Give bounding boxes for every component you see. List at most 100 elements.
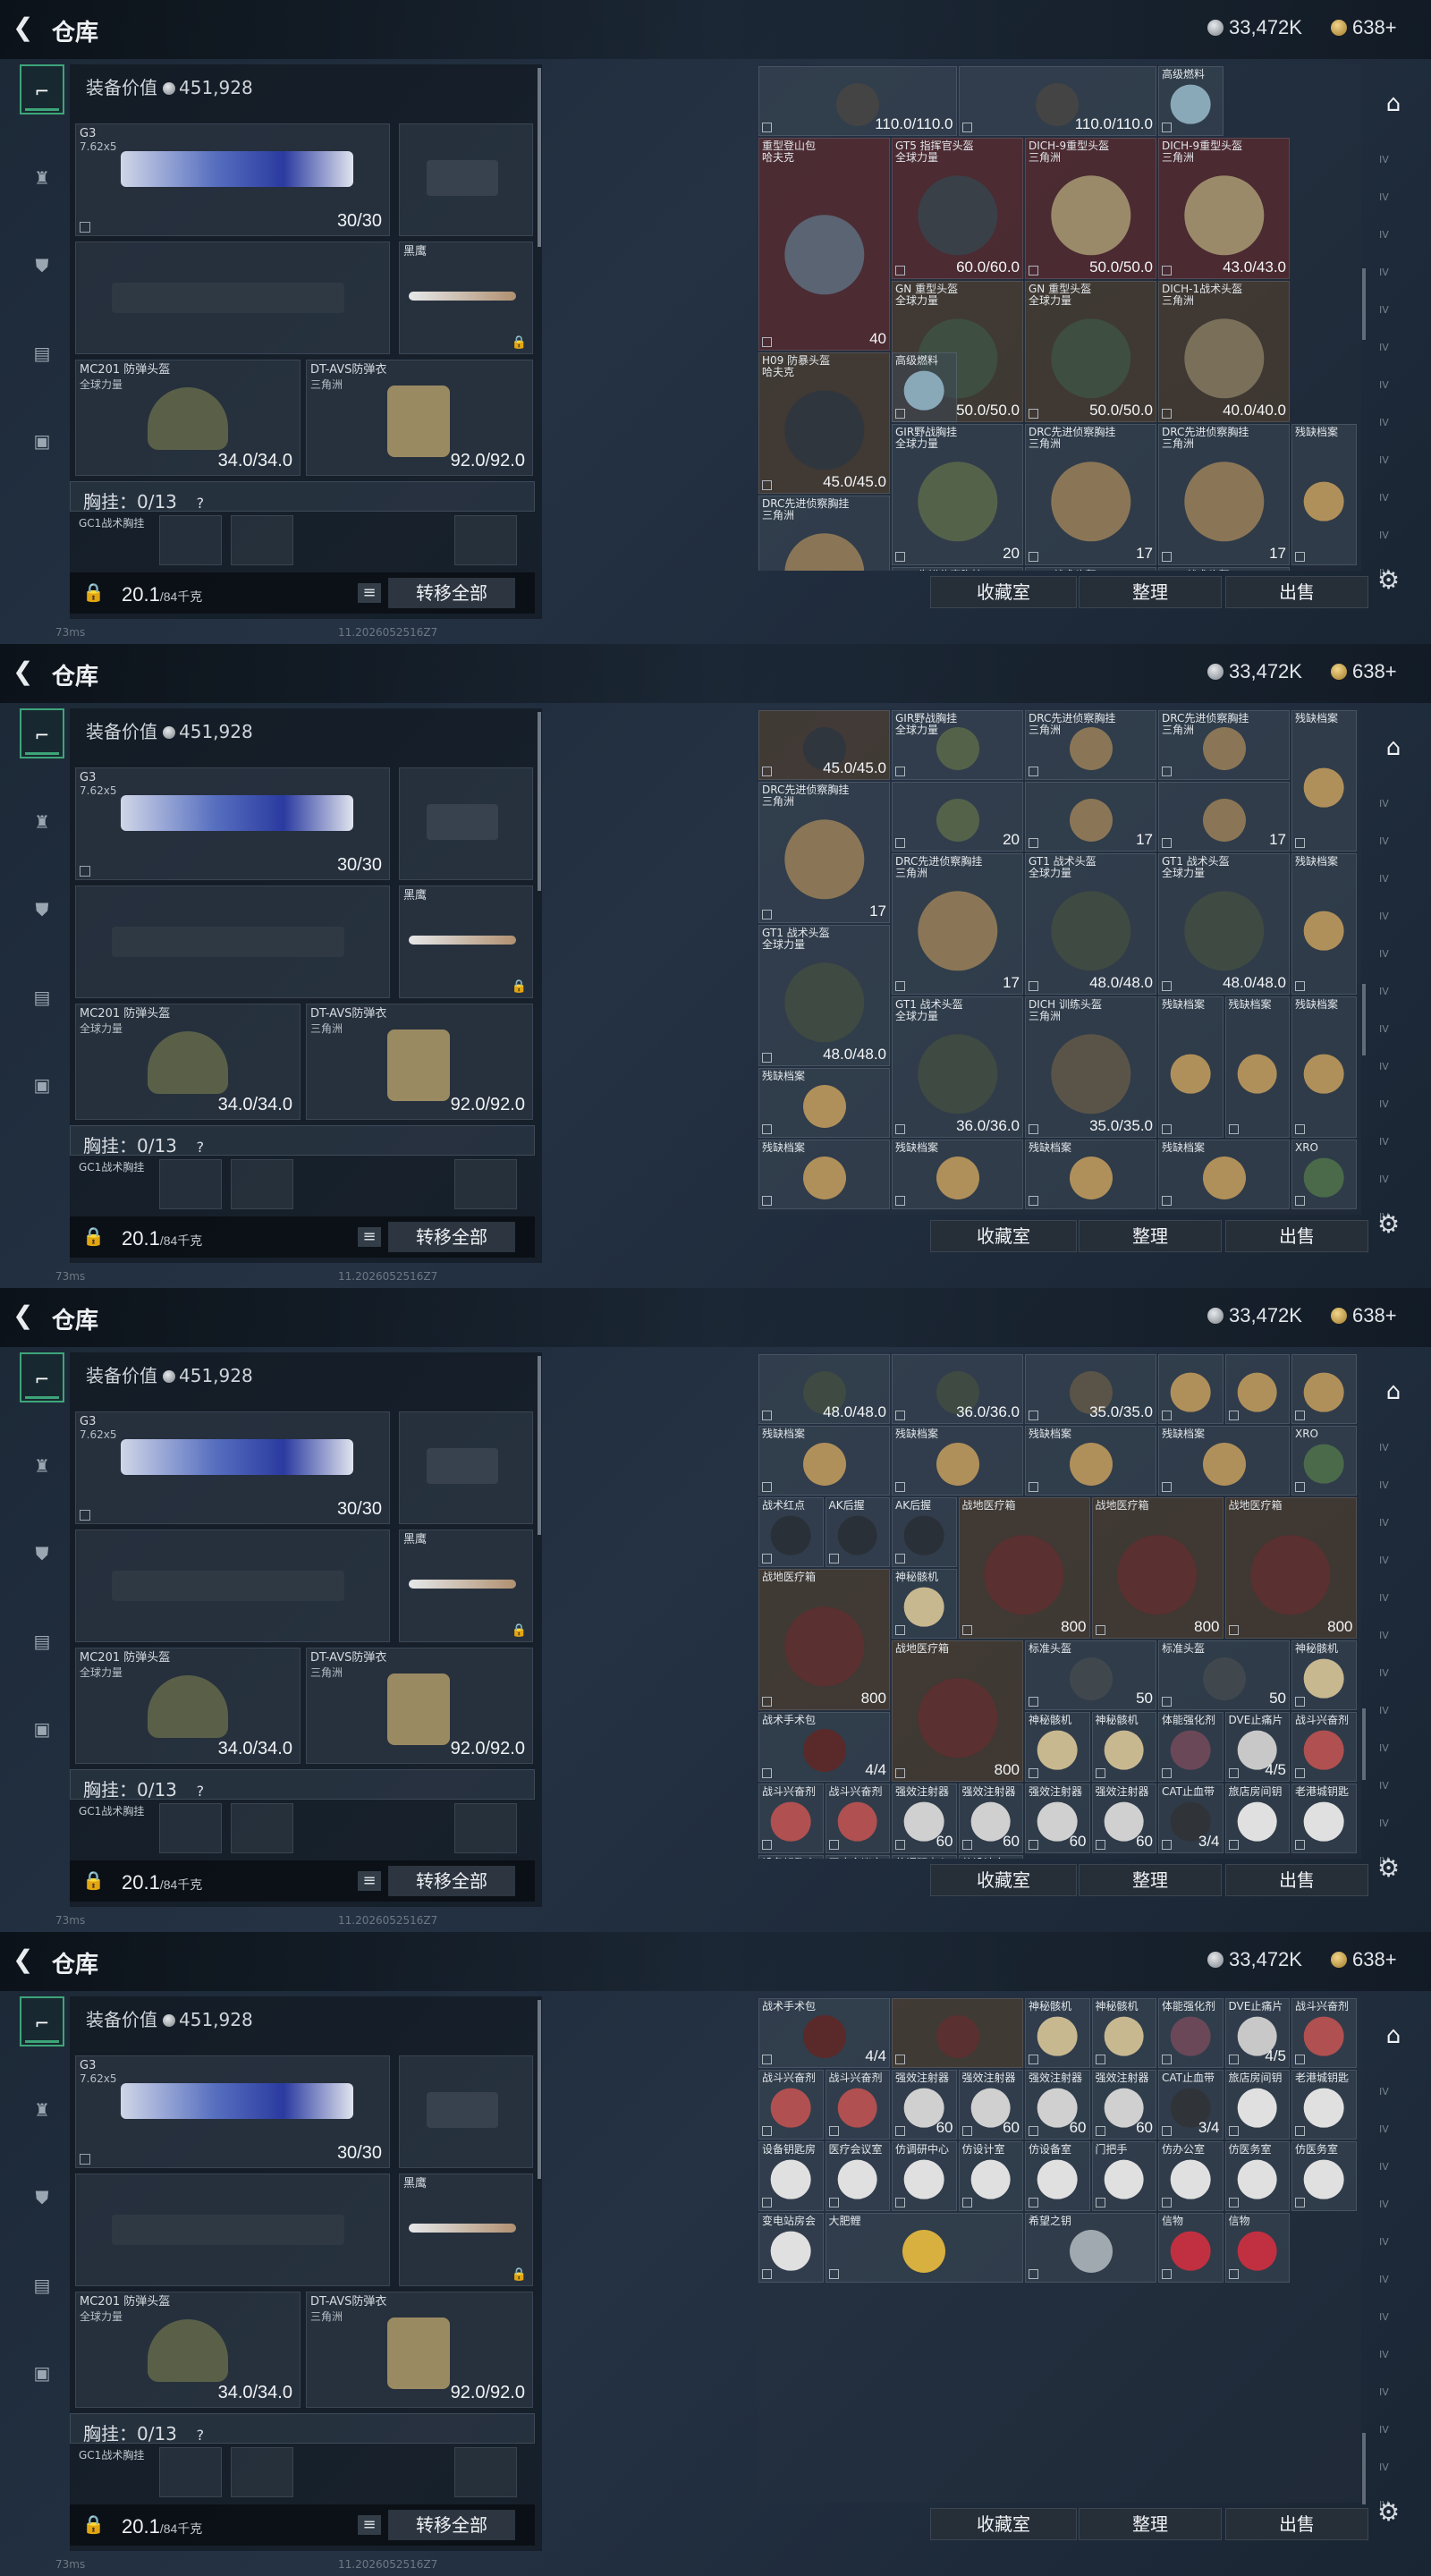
chest-rig-slot[interactable] (159, 1159, 222, 1209)
back-arrow-icon[interactable]: ❮ (13, 13, 39, 43)
help-icon[interactable]: ? (191, 1139, 209, 1157)
collection-room-button[interactable]: 收藏室 (930, 1864, 1077, 1896)
empty-weapon-slot[interactable] (75, 886, 390, 998)
stash-page-tab[interactable]: IV (1379, 1136, 1415, 1163)
sort-button[interactable]: 整理 (1079, 576, 1222, 608)
left-nav-clipboard-icon[interactable]: ▤ (20, 1615, 64, 1665)
transfer-all-button[interactable]: 转移全部 (388, 578, 515, 608)
stash-page-tab[interactable]: IV (1379, 191, 1415, 218)
primary-weapon-slot[interactable]: G3 7.62x5 30/30 (75, 123, 390, 236)
help-icon[interactable]: ? (191, 2427, 209, 2445)
chest-rig-slot[interactable] (159, 1803, 222, 1853)
sort-button[interactable]: 整理 (1079, 1220, 1222, 1252)
helmet-slot[interactable]: MC201 防弹头盔 全球力量 34.0/34.0 (75, 2292, 301, 2408)
stash-item[interactable]: GT1 战术头盔 (1158, 567, 1290, 571)
equipment-scrollbar[interactable] (538, 68, 541, 247)
transfer-all-button[interactable]: 转移全部 (388, 2510, 515, 2540)
stash-page-tab[interactable]: IV (1379, 2199, 1415, 2225)
stash-scrollbar[interactable] (1362, 984, 1366, 1055)
stash-item[interactable]: 信物 (1224, 2213, 1290, 2283)
stash-page-tab[interactable]: IV (1379, 492, 1415, 519)
stash-page-tab[interactable]: IV (1379, 379, 1415, 406)
left-nav-gun-icon[interactable]: ⌐ (20, 1352, 64, 1402)
stash-scrollbar[interactable] (1362, 1708, 1366, 1780)
stash-item[interactable]: 战斗兴奋剂 (825, 2070, 890, 2140)
stash-item[interactable]: DICH-9重型头盔 三角洲 43.0/43.0 (1158, 138, 1290, 279)
stash-item[interactable] (1291, 1354, 1357, 1424)
settings-gear-icon[interactable]: ⚙ (1377, 2497, 1400, 2527)
empty-weapon-slot[interactable] (75, 2174, 390, 2286)
stash-item[interactable]: 残缺档案 (1291, 424, 1357, 565)
chest-rig-slot[interactable] (454, 1159, 517, 1209)
stash-item[interactable]: 仿办公室 (1158, 2141, 1224, 2211)
stash-item[interactable]: 战术手术包 4/4 (758, 1712, 890, 1782)
chest-rig-slot[interactable] (231, 1159, 293, 1209)
stash-item[interactable]: CAT止血带 3/4 (1158, 2070, 1224, 2140)
stash-item[interactable]: 36.0/36.0 (892, 1354, 1023, 1424)
stash-item[interactable]: DVE止痛片 4/5 (1224, 1998, 1290, 2068)
stash-item[interactable]: 医疗会议室 (825, 1855, 890, 1859)
chest-rig-bar[interactable]: 胸挂：0/13? (70, 1125, 535, 1157)
chest-rig-bar[interactable]: 胸挂：0/13? (70, 2413, 535, 2445)
sort-button[interactable]: 整理 (1079, 1864, 1222, 1896)
stash-item[interactable]: 体能强化剂 (1158, 1712, 1224, 1782)
stash-page-tab[interactable]: IV (1379, 530, 1415, 556)
stash-item[interactable]: 仿设备室 (1025, 2141, 1090, 2211)
stash-page-tab[interactable]: IV (1379, 873, 1415, 900)
chest-rig-slot[interactable] (159, 515, 222, 565)
stash-page-tab[interactable]: IV (1379, 2274, 1415, 2301)
stash-item[interactable]: GIR野战胸挂 全球力量 (892, 710, 1023, 780)
stash-scrollbar[interactable] (1362, 2433, 1366, 2504)
stash-page-tab[interactable]: IV (1379, 835, 1415, 862)
stash-item[interactable]: 17 (1025, 782, 1156, 852)
stash-item[interactable]: H09 防暴头盔 哈夫克 45.0/45.0 (758, 352, 890, 494)
stash-item[interactable]: 战斗兴奋剂 (825, 1784, 890, 1853)
stash-item[interactable]: 战术手术包 4/4 (758, 1998, 890, 2068)
stash-page-tab[interactable]: IV (1379, 1742, 1415, 1769)
stash-item[interactable]: 35.0/35.0 (1025, 1354, 1156, 1424)
helmet-slot[interactable]: MC201 防弹头盔 全球力量 34.0/34.0 (75, 1648, 301, 1764)
stash-item[interactable]: 高级燃料 (892, 352, 957, 422)
stash-page-tab[interactable]: IV (1379, 2424, 1415, 2451)
primary-weapon-slot[interactable]: G3 7.62x5 30/30 (75, 1411, 390, 1524)
stash-page-tab[interactable]: IV (1379, 1592, 1415, 1619)
stash-item[interactable]: AK后握 (892, 1497, 957, 1567)
stash-item[interactable]: GT1 战术头盔 全球力量 48.0/48.0 (1025, 853, 1156, 995)
secondary-weapon-slot[interactable] (399, 123, 533, 236)
stash-page-tab[interactable]: IV (1379, 417, 1415, 444)
stash-item[interactable]: 神秘骸机 (1091, 1998, 1156, 2068)
stash-page-tab[interactable]: IV (1379, 1630, 1415, 1657)
stash-item[interactable]: 残缺档案 (1158, 1140, 1290, 1209)
stash-item[interactable]: 残缺档案 (892, 1426, 1023, 1496)
stash-page-tab[interactable]: IV (1379, 1780, 1415, 1807)
stash-item[interactable]: 残缺档案 (1224, 996, 1290, 1138)
currency-gold[interactable]: 638+ (1331, 1948, 1397, 1971)
stash-page-tab[interactable]: IV (1379, 1442, 1415, 1469)
stash-item[interactable]: 20 (892, 782, 1023, 852)
transfer-all-button[interactable]: 转移全部 (388, 1222, 515, 1252)
chest-rig-slot[interactable] (454, 515, 517, 565)
stash-item[interactable]: DRC先进侦察胸挂 三角洲 17 (758, 782, 890, 923)
stash-item[interactable]: 信物 (1158, 2213, 1224, 2283)
stash-scrollbar[interactable] (1362, 268, 1366, 340)
stash-page-tab[interactable]: IV (1379, 2462, 1415, 2488)
stash-item[interactable] (892, 1998, 1023, 2068)
stash-item[interactable]: 110.0/110.0 (958, 66, 1156, 136)
chest-rig-slot[interactable] (159, 2447, 222, 2497)
stash-item[interactable]: DRC先进侦察胸挂 三角洲 17 (1158, 424, 1290, 565)
vest-slot[interactable]: DT-AVS防弹衣 三角洲 92.0/92.0 (306, 2292, 533, 2408)
stash-item[interactable]: 仿医务室 (1224, 2141, 1290, 2211)
stash-item[interactable]: 强效注射器 60 (958, 2070, 1023, 2140)
list-icon[interactable]: ≡ (358, 1227, 381, 1247)
left-nav-briefcase-icon[interactable]: ▣ (20, 1703, 64, 1753)
stash-item[interactable]: 神秘骸机 (892, 1569, 957, 1639)
stash-item[interactable]: 强效注射器 60 (1091, 1784, 1156, 1853)
left-nav-clipboard-icon[interactable]: ▤ (20, 327, 64, 377)
stash-item[interactable]: DICH-1战术头盔 三角洲 40.0/40.0 (1158, 281, 1290, 422)
stash-item[interactable]: 17 (1158, 782, 1290, 852)
left-nav-backpack-icon[interactable]: ⛊ (20, 884, 64, 934)
stash-page-tab[interactable]: IV (1379, 1555, 1415, 1581)
stash-item[interactable]: DICH 训练头盔 三角洲 35.0/35.0 (1025, 996, 1156, 1138)
helmet-slot[interactable]: MC201 防弹头盔 全球力量 34.0/34.0 (75, 1004, 301, 1120)
helmet-slot[interactable]: MC201 防弹头盔 全球力量 34.0/34.0 (75, 360, 301, 476)
